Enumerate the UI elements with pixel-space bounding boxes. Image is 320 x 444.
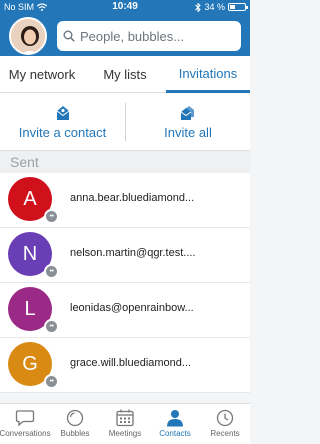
contact-email: nelson.martin@qgr.test.... bbox=[70, 247, 196, 259]
contact-email: anna.bear.bluediamond... bbox=[70, 192, 195, 204]
battery-percent: 34 % bbox=[204, 2, 225, 12]
avatar[interactable] bbox=[9, 17, 47, 55]
tab-my-network[interactable]: My network bbox=[0, 56, 84, 93]
person-icon bbox=[167, 410, 183, 427]
tab-invitations[interactable]: Invitations bbox=[166, 56, 250, 93]
search-input[interactable] bbox=[80, 28, 230, 44]
list-item[interactable]: L •• leonidas@openrainbow... bbox=[0, 283, 250, 338]
nav-bubbles[interactable]: Bubbles bbox=[50, 404, 100, 444]
bottom-nav: Conversations Bubbles Meetings Contacts bbox=[0, 403, 250, 444]
calendar-icon bbox=[116, 409, 134, 427]
contact-email: grace.will.bluediamond... bbox=[70, 357, 192, 369]
nav-conversations[interactable]: Conversations bbox=[0, 404, 51, 444]
bluetooth-icon bbox=[195, 2, 202, 12]
pending-status-icon: •• bbox=[44, 319, 59, 334]
pending-status-icon: •• bbox=[44, 209, 59, 224]
invite-all-icon bbox=[180, 105, 194, 120]
invite-contact-button[interactable]: Invite a contact bbox=[0, 93, 125, 151]
status-bar: No SIM 10:49 34 % bbox=[0, 0, 250, 14]
app-header bbox=[0, 14, 250, 56]
list-item[interactable]: A •• anna.bear.bluediamond... bbox=[0, 173, 250, 228]
list-item[interactable]: N •• nelson.martin@qgr.test.... bbox=[0, 228, 250, 283]
nav-label: Conversations bbox=[0, 429, 51, 438]
nav-meetings[interactable]: Meetings bbox=[100, 404, 150, 444]
nav-recents[interactable]: Recents bbox=[200, 404, 250, 444]
invite-all-button[interactable]: Invite all bbox=[126, 93, 250, 151]
section-header-sent: Sent bbox=[0, 151, 250, 173]
invite-all-label: Invite all bbox=[164, 124, 212, 140]
nav-label: Bubbles bbox=[60, 429, 90, 438]
invite-contact-label: Invite a contact bbox=[18, 124, 107, 140]
tab-bar: My network My lists Invitations bbox=[0, 56, 250, 93]
nav-contacts[interactable]: Contacts bbox=[150, 404, 200, 444]
search-box[interactable] bbox=[57, 21, 241, 51]
clock-icon bbox=[216, 409, 234, 427]
pending-status-icon: •• bbox=[44, 374, 59, 389]
nav-label: Contacts bbox=[159, 429, 191, 438]
nav-label: Recents bbox=[210, 429, 240, 438]
invite-actions: Invite a contact Invite all bbox=[0, 93, 250, 151]
tab-my-lists[interactable]: My lists bbox=[84, 56, 166, 93]
contact-email: leonidas@openrainbow... bbox=[70, 302, 194, 314]
search-icon bbox=[63, 30, 75, 42]
user-photo-icon bbox=[11, 19, 45, 53]
chat-icon bbox=[15, 410, 35, 427]
invite-mail-icon bbox=[56, 105, 69, 120]
status-right: 34 % bbox=[195, 2, 248, 12]
nav-label: Meetings bbox=[108, 429, 142, 438]
bubble-icon bbox=[66, 409, 84, 427]
list-item[interactable]: G •• grace.will.bluediamond... bbox=[0, 338, 250, 393]
pending-status-icon: •• bbox=[44, 264, 59, 279]
battery-icon bbox=[228, 3, 248, 11]
